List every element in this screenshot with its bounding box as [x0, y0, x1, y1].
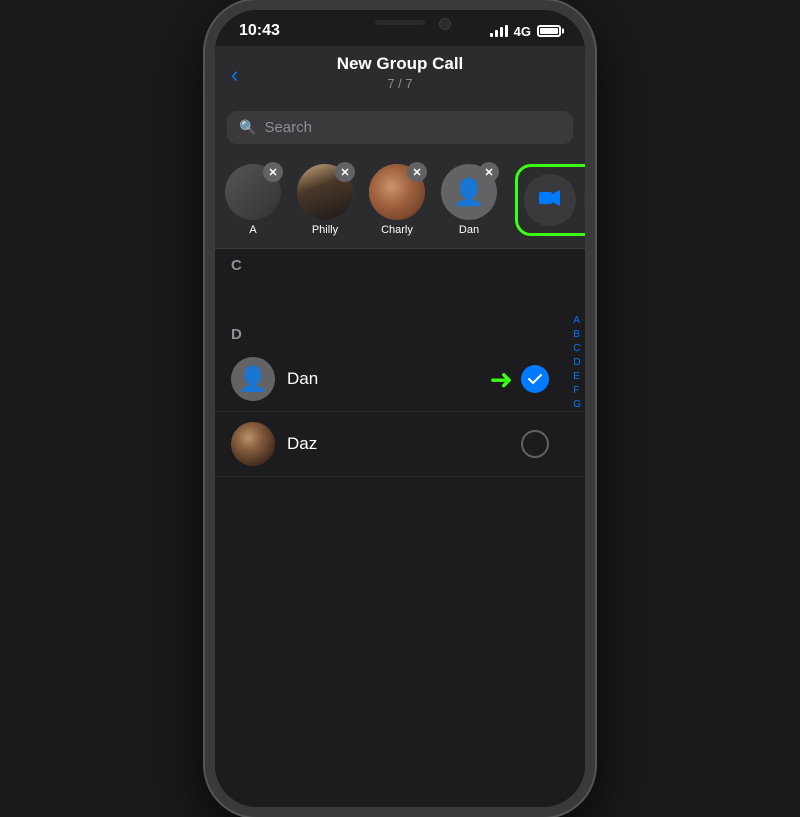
- remove-charly-button[interactable]: ✕: [407, 162, 427, 182]
- daz-uncheck-circle[interactable]: [521, 430, 549, 458]
- remove-philly-button[interactable]: ✕: [335, 162, 355, 182]
- contact-label-philly: Philly: [312, 224, 338, 236]
- index-letter-b[interactable]: B: [573, 329, 581, 341]
- search-icon: 🔍: [239, 119, 256, 136]
- signal-bar-3: [500, 27, 503, 37]
- avatar-daz-list: [231, 422, 275, 466]
- signal-bar-2: [495, 30, 498, 37]
- status-time: 10:43: [239, 22, 280, 40]
- screen: 10:43 4G ‹ New Group Call 7 / 7: [215, 10, 585, 807]
- contact-name-daz: Daz: [287, 434, 521, 454]
- index-sidebar: A B C D E F G: [569, 249, 585, 477]
- search-input[interactable]: Search: [264, 119, 312, 136]
- avatar-wrapper-a: ✕: [225, 164, 281, 220]
- section-header-c: C: [215, 249, 585, 278]
- contact-label-dan: Dan: [459, 224, 479, 236]
- contact-list: C D 👤 Dan ➜: [215, 249, 585, 477]
- selected-contacts-strip: ✕ A ✕ Philly: [215, 156, 585, 249]
- contact-label-a: A: [249, 224, 256, 236]
- section-c-empty: [215, 278, 585, 318]
- section-header-d: D: [215, 318, 585, 347]
- selected-contact-a[interactable]: ✕ A: [223, 164, 283, 236]
- selected-contact-philly[interactable]: ✕ Philly: [295, 164, 355, 236]
- signal-bars-icon: [490, 25, 508, 37]
- notch-speaker: [375, 20, 425, 25]
- notch: [325, 10, 475, 38]
- status-right: 4G: [490, 24, 561, 39]
- nav-header: ‹ New Group Call 7 / 7: [215, 46, 585, 103]
- avatar-dan-list: 👤: [231, 357, 275, 401]
- avatar-wrapper-dan: 👤 ✕: [441, 164, 497, 220]
- page-title: New Group Call: [231, 54, 569, 74]
- index-letter-c[interactable]: C: [573, 343, 581, 355]
- search-box[interactable]: 🔍 Search: [227, 111, 573, 144]
- signal-bar-1: [490, 33, 493, 37]
- index-letter-g[interactable]: G: [573, 399, 581, 411]
- audio-call-button[interactable]: [584, 174, 585, 226]
- phone-frame: 10:43 4G ‹ New Group Call 7 / 7: [205, 0, 595, 817]
- avatar-wrapper-charly: ✕: [369, 164, 425, 220]
- network-label: 4G: [514, 24, 531, 39]
- page-subtitle: 7 / 7: [231, 76, 569, 91]
- contact-name-dan: Dan: [287, 369, 490, 389]
- back-button[interactable]: ‹: [231, 62, 238, 88]
- index-letter-d[interactable]: D: [573, 357, 581, 369]
- index-letter-a[interactable]: A: [573, 315, 581, 327]
- search-container: 🔍 Search: [215, 103, 585, 156]
- signal-bar-4: [505, 25, 508, 37]
- remove-dan-button[interactable]: ✕: [479, 162, 499, 182]
- selected-contact-dan[interactable]: 👤 ✕ Dan: [439, 164, 499, 236]
- selected-contact-charly[interactable]: ✕ Charly: [367, 164, 427, 236]
- contact-row-daz[interactable]: Daz: [215, 412, 585, 477]
- contact-row-dan[interactable]: 👤 Dan ➜: [215, 347, 585, 412]
- notch-camera: [439, 18, 451, 30]
- battery-fill: [540, 28, 558, 34]
- green-arrow-icon: ➜: [490, 363, 513, 396]
- avatar-wrapper-philly: ✕: [297, 164, 353, 220]
- remove-a-button[interactable]: ✕: [263, 162, 283, 182]
- video-camera-icon: [539, 189, 561, 212]
- dan-check-badge[interactable]: [521, 365, 549, 393]
- call-buttons-group: [515, 164, 585, 236]
- contact-label-charly: Charly: [381, 224, 413, 236]
- index-letter-f[interactable]: F: [573, 385, 581, 397]
- video-call-button[interactable]: [524, 174, 576, 226]
- index-letter-e[interactable]: E: [573, 371, 581, 383]
- battery-icon: [537, 25, 561, 37]
